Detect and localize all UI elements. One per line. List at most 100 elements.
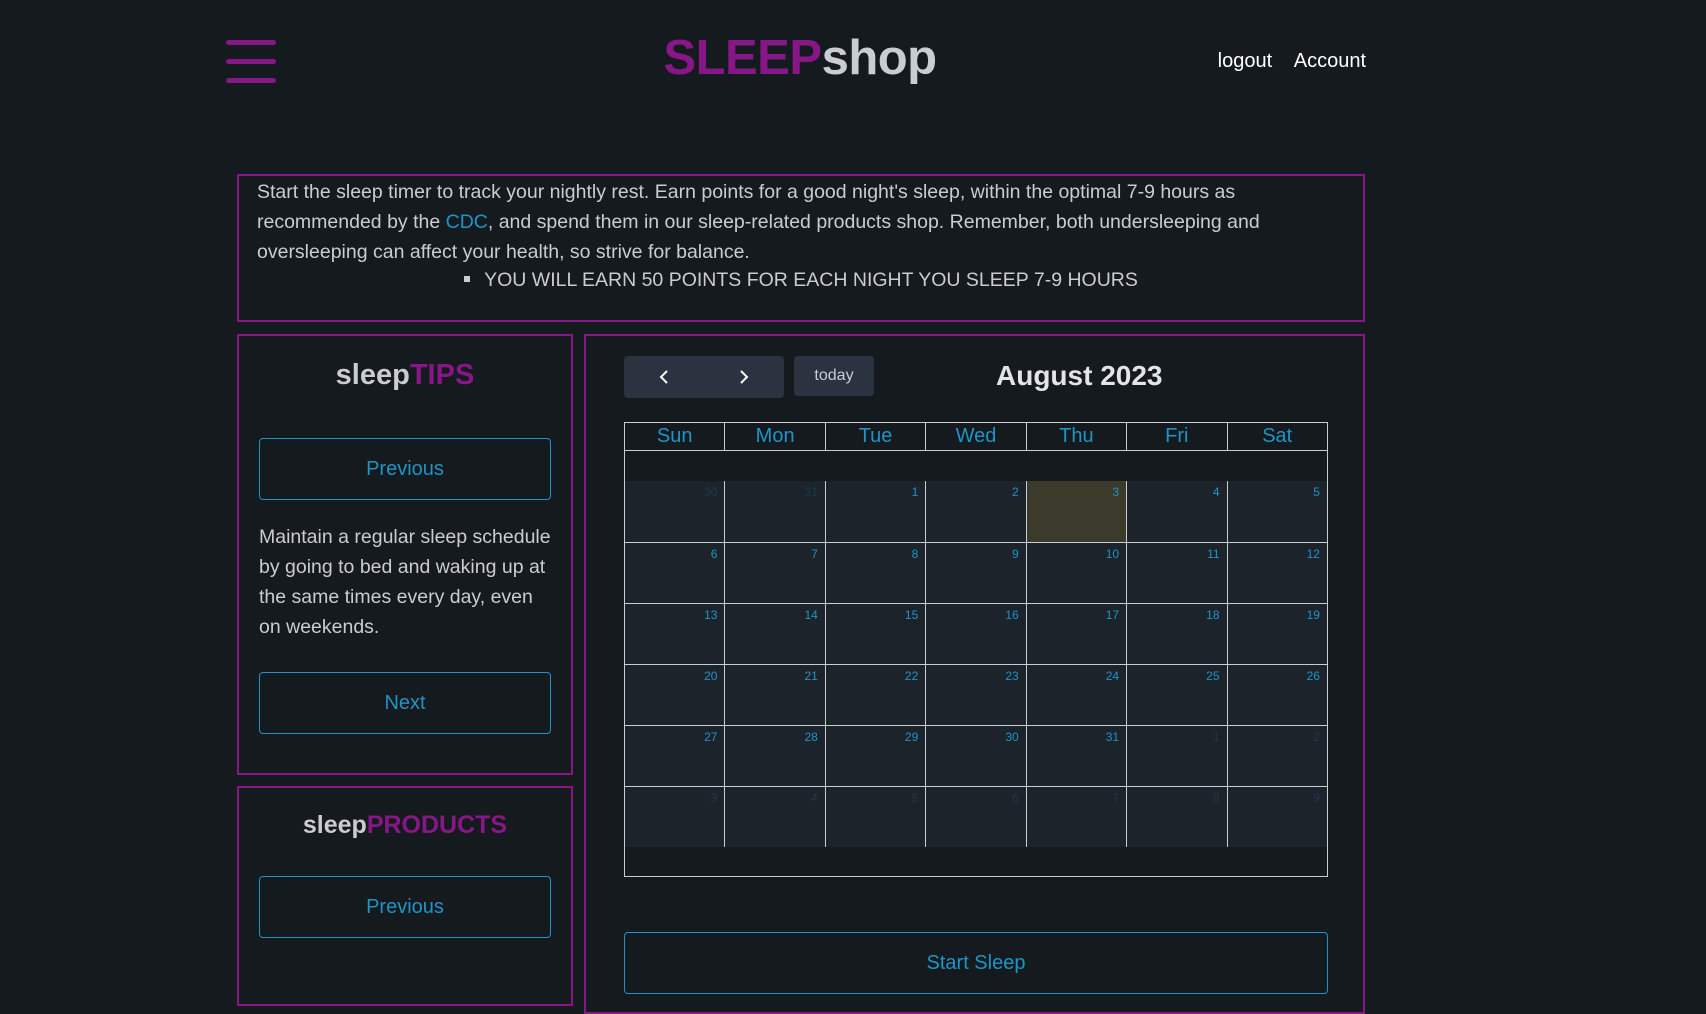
calendar-day-cell[interactable]: 21 [724, 664, 825, 725]
day-number: 5 [911, 791, 919, 805]
products-previous-button[interactable]: Previous [259, 876, 551, 938]
calendar-day-cell[interactable]: 30 [925, 725, 1026, 786]
calendar-nav-group [624, 356, 784, 398]
header: SLEEPshop logout Account [0, 0, 1706, 130]
day-of-week-fri: Fri [1126, 423, 1226, 450]
calendar-grid: Sun Mon Tue Wed Thu Fri Sat 30 31 1 2 3 4 5 6 7 8 9 10 11 1… [624, 422, 1328, 877]
day-number: 8 [911, 547, 919, 561]
calendar-day-cell[interactable]: 4 [1126, 481, 1227, 542]
calendar-day-cell[interactable]: 12 [1226, 542, 1327, 603]
calendar-day-cell[interactable]: 5 [824, 786, 926, 847]
calendar-day-cell[interactable]: 2 [925, 481, 1026, 542]
calendar-week-row: 30 31 1 2 3 4 5 [625, 481, 1327, 542]
calendar-day-cell[interactable]: 24 [1025, 664, 1127, 725]
sleep-products-title-part1: sleep [302, 811, 367, 839]
calendar-day-cell[interactable]: 5 [1226, 481, 1327, 542]
day-of-week-sun: Sun [656, 425, 693, 447]
day-number: 21 [804, 669, 818, 683]
calendar-day-cell[interactable]: 22 [824, 664, 926, 725]
calendar-day-cell[interactable]: 3 [625, 786, 725, 847]
calendar-day-cell[interactable]: 16 [925, 603, 1026, 664]
calendar-day-cell[interactable]: 15 [824, 603, 926, 664]
calendar-day-cell[interactable]: 18 [1126, 603, 1227, 664]
calendar-day-cell[interactable]: 20 [625, 664, 725, 725]
calendar-day-cell-today[interactable]: 3 [1025, 481, 1127, 542]
day-number: 12 [1306, 547, 1320, 561]
intro-panel: Start the sleep timer to track your nigh… [237, 174, 1365, 322]
calendar-day-cell[interactable]: 19 [1226, 603, 1327, 664]
calendar-day-cell[interactable]: 7 [724, 542, 825, 603]
sleep-tips-title-part1: sleep [335, 359, 410, 391]
calendar-day-cell[interactable]: 17 [1025, 603, 1127, 664]
day-number: 9 [1012, 547, 1019, 561]
day-number: 24 [1105, 669, 1120, 683]
calendar-day-cell[interactable]: 27 [625, 725, 725, 786]
day-number: 27 [704, 730, 718, 744]
day-number: 10 [1105, 547, 1120, 561]
calendar-day-cell[interactable]: 6 [925, 786, 1026, 847]
sleep-products-title: sleepPRODUCTS [239, 811, 571, 840]
day-number: 8 [1212, 791, 1220, 805]
day-number: 6 [1012, 791, 1019, 805]
calendar-day-cell[interactable]: 31 [1025, 725, 1127, 786]
today-button[interactable]: today [794, 356, 874, 396]
day-number: 7 [1112, 791, 1120, 805]
calendar-day-cell[interactable]: 6 [625, 542, 725, 603]
logout-link[interactable]: logout [1218, 50, 1273, 72]
logo-shop: shop [821, 31, 938, 85]
day-of-week-thu: Thu [1025, 423, 1126, 450]
day-of-week-header: Sun Mon Tue Wed Thu Fri Sat [625, 423, 1327, 451]
calendar-day-cell[interactable]: 9 [925, 542, 1026, 603]
day-number: 15 [904, 608, 919, 622]
calendar-day-cell[interactable]: 23 [925, 664, 1026, 725]
day-number: 3 [710, 791, 718, 805]
calendar-week-row: 20 21 22 23 24 25 26 [625, 664, 1327, 725]
day-number: 14 [804, 608, 818, 622]
calendar-day-cell[interactable]: 31 [724, 481, 825, 542]
day-number: 30 [704, 485, 718, 499]
calendar-day-cell[interactable]: 10 [1025, 542, 1127, 603]
day-number: 17 [1105, 608, 1120, 622]
calendar-day-cell[interactable]: 1 [1126, 725, 1227, 786]
start-sleep-button[interactable]: Start Sleep [624, 932, 1328, 994]
calendar-day-cell[interactable]: 14 [724, 603, 825, 664]
day-number: 30 [1005, 730, 1019, 744]
tip-text: Maintain a regular sleep schedule by goi… [259, 526, 551, 638]
calendar-day-cell[interactable]: 26 [1226, 664, 1327, 725]
calendar-day-cell[interactable]: 8 [824, 542, 926, 603]
day-number: 6 [710, 547, 718, 561]
calendar-day-cell[interactable]: 28 [724, 725, 825, 786]
cdc-link[interactable]: CDC [446, 211, 488, 233]
tips-previous-button[interactable]: Previous [259, 438, 551, 500]
calendar-day-cell[interactable]: 29 [824, 725, 926, 786]
day-number: 25 [1206, 669, 1220, 683]
top-links: logout Account [1202, 50, 1366, 73]
chevron-right-icon[interactable] [704, 356, 784, 398]
calendar-day-cell[interactable]: 30 [625, 481, 725, 542]
tips-next-button[interactable]: Next [259, 672, 551, 734]
day-number: 5 [1313, 485, 1320, 499]
day-number: 18 [1206, 608, 1220, 622]
chevron-left-icon[interactable] [624, 356, 704, 398]
day-number: 4 [811, 791, 818, 805]
day-number: 4 [1212, 485, 1220, 499]
calendar-day-cell[interactable]: 8 [1126, 786, 1227, 847]
logo-sleep: SLEEP [663, 31, 822, 85]
calendar-day-cell[interactable]: 1 [824, 481, 926, 542]
calendar-day-cell[interactable]: 4 [724, 786, 825, 847]
calendar-week-row: 27 28 29 30 31 1 2 [625, 725, 1327, 786]
day-of-week-mon: Mon [724, 423, 824, 450]
calendar-day-cell[interactable]: 13 [625, 603, 725, 664]
calendar-day-cell[interactable]: 7 [1025, 786, 1127, 847]
calendar-day-cell[interactable]: 25 [1126, 664, 1227, 725]
account-link[interactable]: Account [1294, 50, 1366, 72]
day-number: 31 [804, 485, 818, 499]
intro-list: YOU WILL EARN 50 POINTS FOR EACH NIGHT Y… [257, 265, 1345, 295]
day-number: 23 [1005, 669, 1019, 683]
calendar-day-cell[interactable]: 9 [1226, 786, 1327, 847]
calendar-day-cell[interactable]: 2 [1226, 725, 1327, 786]
day-number: 2 [1012, 485, 1019, 499]
day-number: 19 [1306, 608, 1320, 622]
day-of-week-wed: Wed [925, 423, 1025, 450]
calendar-day-cell[interactable]: 11 [1126, 542, 1227, 603]
